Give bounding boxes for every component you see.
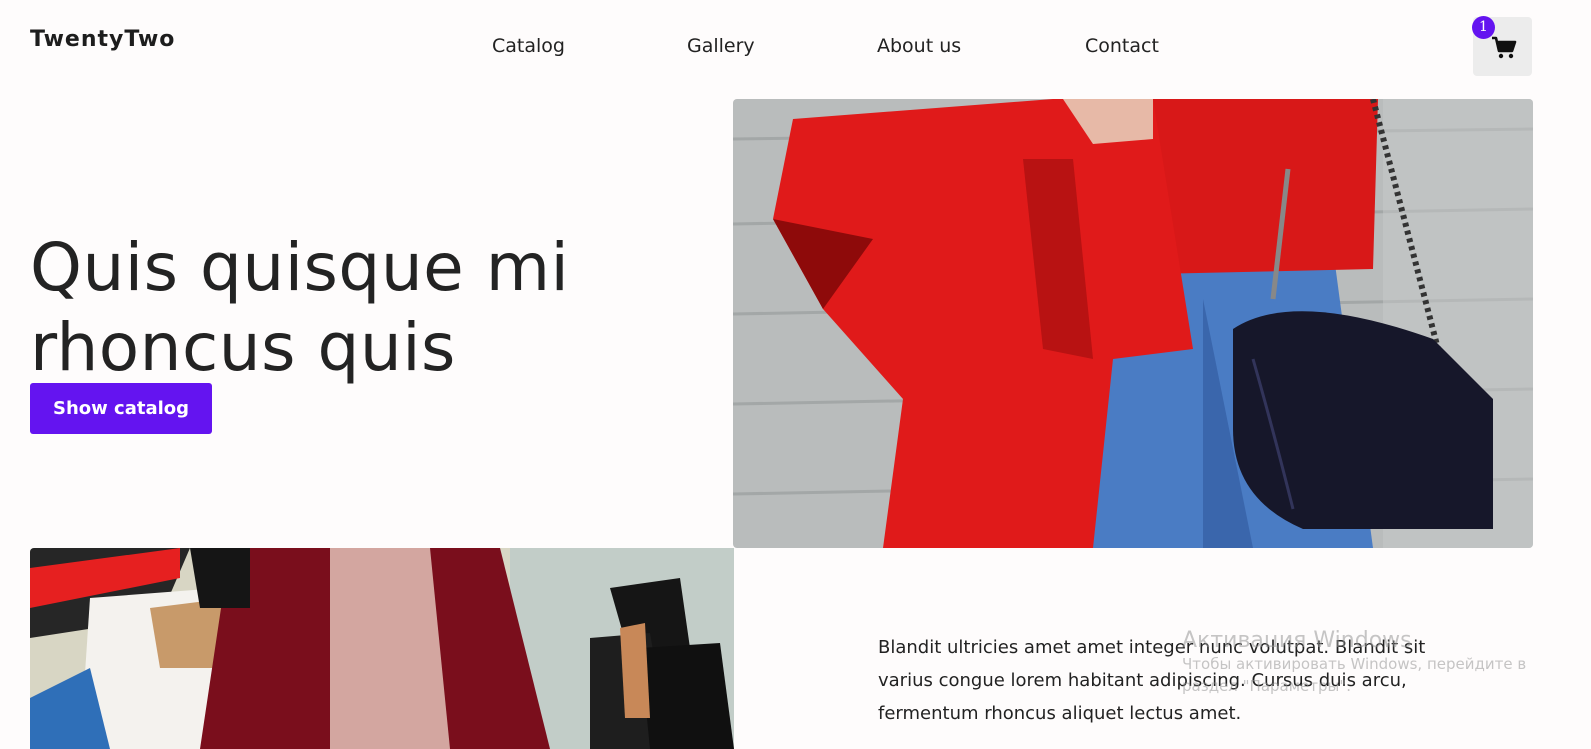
hero-title: Quis quisque mi rhoncus quis	[30, 229, 570, 386]
cart-count-badge: 1	[1472, 16, 1495, 39]
gallery-image-shopping	[30, 548, 734, 749]
cart-button[interactable]: 1	[1472, 16, 1532, 76]
nav-catalog[interactable]: Catalog	[492, 35, 565, 57]
nav-contact[interactable]: Contact	[1085, 35, 1159, 57]
hero-image-handbag	[733, 99, 1533, 548]
nav-about-us[interactable]: About us	[877, 35, 961, 57]
watermark-line-1: Чтобы активировать Windows, перейдите в	[1182, 655, 1527, 673]
show-catalog-button[interactable]: Show catalog	[30, 383, 212, 434]
logo[interactable]: TwentyTwo	[30, 27, 175, 52]
watermark-title: Активация Windows	[1182, 628, 1412, 653]
nav-gallery[interactable]: Gallery	[687, 35, 755, 57]
watermark-line-2: раздел "Параметры".	[1182, 677, 1352, 695]
windows-activation-watermark: Активация Windows Чтобы активировать Win…	[1182, 628, 1526, 697]
